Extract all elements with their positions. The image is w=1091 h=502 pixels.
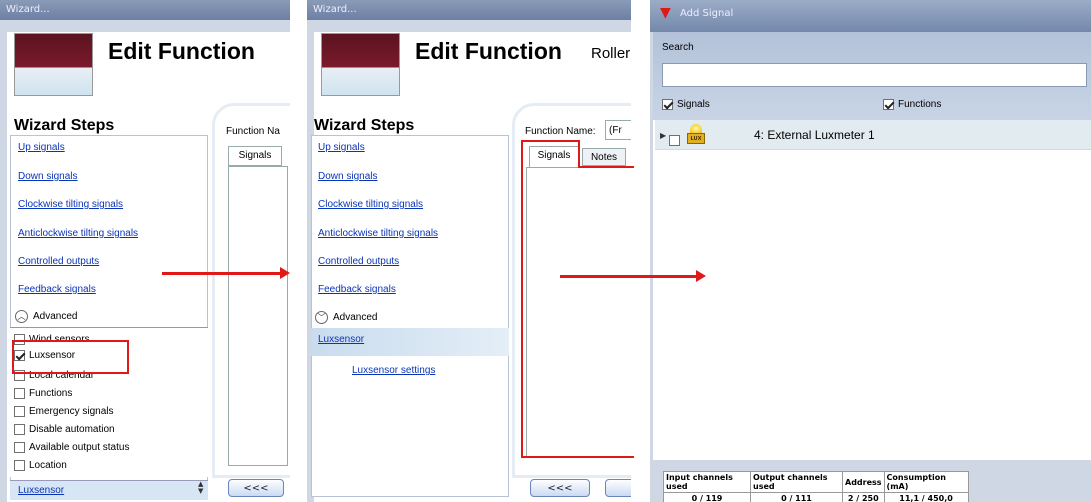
arrow-right-icon <box>162 267 290 279</box>
add-signal-icon: ▼ <box>660 5 671 21</box>
tab-signals[interactable]: Signals <box>529 146 579 168</box>
highlight-signals-tab-bottom <box>521 456 634 458</box>
chevron-up-icon: ︿ <box>15 310 28 323</box>
advanced-toggle[interactable]: ︿ Advanced <box>15 310 77 323</box>
selected-step-luxsensor[interactable]: Luxsensor <box>18 485 64 496</box>
step-luxsensor-settings[interactable]: Luxsensor settings <box>352 365 435 376</box>
checkbox[interactable] <box>14 424 25 435</box>
option-emergency-signals[interactable]: Emergency signals <box>14 406 113 417</box>
usage-value: 0 / 119 <box>663 492 751 502</box>
usage-header: Consumption (mA) <box>883 471 969 493</box>
filter-label: Signals <box>677 99 710 110</box>
function-name-input[interactable]: (Fr <box>605 120 631 140</box>
advanced-label: Advanced <box>33 311 78 322</box>
search-input[interactable] <box>662 63 1087 87</box>
signal-item-label: 4: External Luxmeter 1 <box>754 128 875 142</box>
option-label: Location <box>29 460 67 471</box>
option-label: Emergency signals <box>29 406 114 417</box>
step-down-signals[interactable]: Down signals <box>18 171 77 182</box>
window-title: Add Signal <box>680 8 734 19</box>
function-name-label: Function Na <box>226 126 280 137</box>
tab-notes[interactable]: Notes <box>582 148 626 166</box>
step-feedback-signals[interactable]: Feedback signals <box>18 284 96 295</box>
option-label: Available output status <box>29 442 130 453</box>
usage-header: Input channels used <box>663 471 751 493</box>
usage-value-row: 0 / 119 0 / 111 2 / 250 11,1 / 450,0 <box>663 492 969 502</box>
usage-header: Output channels used <box>750 471 843 493</box>
highlight-signals-tab-joint <box>578 166 634 168</box>
highlight-signals-tab-side <box>578 140 580 168</box>
checkbox-checked[interactable] <box>662 99 673 110</box>
option-label: Disable automation <box>29 424 115 435</box>
usage-header-row: Input channels used Output channels used… <box>663 471 969 493</box>
wizard-window-1: Wizard... Edit Function Wizard Steps Up … <box>0 0 290 502</box>
advanced-toggle[interactable]: ﹀ Advanced <box>315 311 377 324</box>
lux-text: LUX <box>687 133 705 144</box>
step-down-signals[interactable]: Down signals <box>318 171 377 182</box>
checkbox[interactable] <box>14 388 25 399</box>
step-anticlockwise-tilting[interactable]: Anticlockwise tilting signals <box>318 228 438 239</box>
usage-table: Input channels used Output channels used… <box>663 471 969 502</box>
option-location[interactable]: Location <box>14 460 67 471</box>
function-name-value: (Fr <box>609 125 622 136</box>
search-label: Search <box>662 42 694 53</box>
page-title: Edit Function <box>108 38 255 64</box>
signals-pane <box>228 166 288 466</box>
back-button[interactable]: <<< <box>530 479 590 497</box>
next-button[interactable] <box>605 479 631 497</box>
filter-functions[interactable]: Functions <box>883 99 941 110</box>
signals-pane <box>526 167 631 457</box>
function-name-label: Function Name: <box>525 126 596 137</box>
option-label: Functions <box>29 388 73 399</box>
window-title: Wizard... <box>0 0 290 20</box>
separator <box>290 0 293 502</box>
checkbox[interactable] <box>14 406 25 417</box>
add-signal-window: ▼ Add Signal Search Signals Functions ▶ … <box>650 0 1091 502</box>
step-luxsensor[interactable]: Luxsensor <box>318 334 364 345</box>
step-up-signals[interactable]: Up signals <box>318 142 365 153</box>
step-anticlockwise-tilting[interactable]: Anticlockwise tilting signals <box>18 228 138 239</box>
usage-value: 11,1 / 450,0 <box>883 492 969 502</box>
highlight-signals-tab <box>521 140 531 458</box>
page-title: Edit Function <box>415 38 562 64</box>
roller-blind-icon <box>321 33 400 96</box>
highlight-luxsensor-checkbox <box>12 340 129 374</box>
window-title-bar: ▼ Add Signal <box>650 0 1091 32</box>
option-functions[interactable]: Functions <box>14 388 72 399</box>
luxmeter-icon: LUX <box>687 124 705 146</box>
arrow-right-icon <box>560 270 706 282</box>
usage-value: 0 / 111 <box>750 492 843 502</box>
wizard-window-2: Wizard... Edit Function Roller Wizard St… <box>307 0 631 502</box>
option-available-output-status[interactable]: Available output status <box>14 442 129 453</box>
expand-arrow-icon[interactable]: ▶ <box>660 131 666 140</box>
usage-value: 2 / 250 <box>842 492 885 502</box>
step-controlled-outputs[interactable]: Controlled outputs <box>18 256 99 267</box>
roller-blind-icon <box>14 33 93 96</box>
separator <box>631 0 650 502</box>
option-disable-automation[interactable]: Disable automation <box>14 424 115 435</box>
chevron-down-icon: ﹀ <box>315 311 328 324</box>
filter-signals[interactable]: Signals <box>662 99 710 110</box>
usage-header: Address <box>842 471 885 493</box>
back-button[interactable]: <<< <box>228 479 284 497</box>
wizard-steps-heading: Wizard Steps <box>314 117 415 134</box>
highlight-signals-tab-top <box>521 140 578 142</box>
window-title: Wizard... <box>307 0 631 20</box>
wizard-steps-heading: Wizard Steps <box>14 117 115 134</box>
step-clockwise-tilting[interactable]: Clockwise tilting signals <box>318 199 423 210</box>
page-subtitle: Roller <box>591 45 631 62</box>
step-controlled-outputs[interactable]: Controlled outputs <box>318 256 399 267</box>
checkbox[interactable] <box>14 442 25 453</box>
step-feedback-signals[interactable]: Feedback signals <box>318 284 396 295</box>
signal-checkbox[interactable] <box>669 135 680 146</box>
checkbox-checked[interactable] <box>883 99 894 110</box>
step-up-signals[interactable]: Up signals <box>18 142 65 153</box>
scroll-arrows-icon[interactable]: ▲ ▼ <box>198 481 203 495</box>
signal-list <box>653 120 1091 460</box>
tab-signals[interactable]: Signals <box>228 146 282 166</box>
advanced-label: Advanced <box>333 312 378 323</box>
filter-label: Functions <box>898 99 942 110</box>
step-clockwise-tilting[interactable]: Clockwise tilting signals <box>18 199 123 210</box>
checkbox[interactable] <box>14 460 25 471</box>
